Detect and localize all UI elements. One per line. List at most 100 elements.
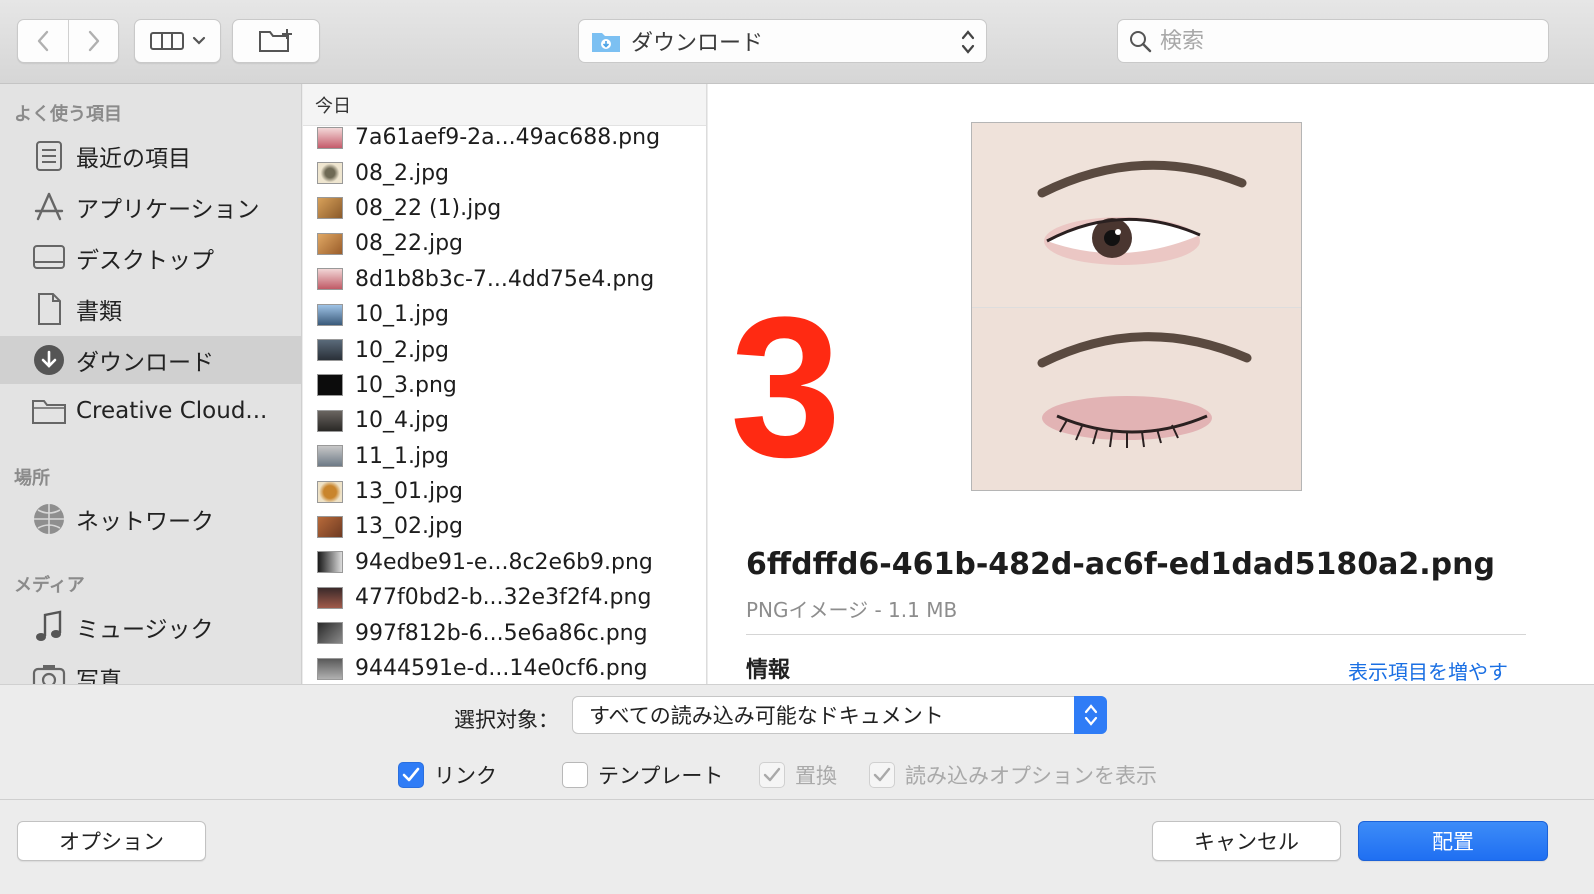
list-item[interactable]: 477f0bd2-b...32e3f2f4.png xyxy=(303,580,706,615)
checkbox-label: 読み込みオプションを表示 xyxy=(905,764,1157,788)
sidebar-item-label: 最近の項目 xyxy=(76,146,191,172)
sidebar-item-label: 写真 xyxy=(76,668,122,684)
popup-stepper xyxy=(1074,696,1107,734)
file-type-popup[interactable]: すべての読み込み可能なドキュメント xyxy=(572,696,1107,734)
file-name: 477f0bd2-b...32e3f2f4.png xyxy=(355,585,652,611)
sidebar-item-recents[interactable]: 最近の項目 xyxy=(0,132,301,180)
sidebar-item-creative-cloud[interactable]: Creative Cloud... xyxy=(0,387,301,435)
sidebar-item-label: ミュージック xyxy=(76,617,214,643)
location-popup[interactable]: ダウンロード xyxy=(578,19,987,63)
file-name: 11_1.jpg xyxy=(355,443,450,469)
sidebar-item-downloads[interactable]: ダウンロード xyxy=(0,336,301,384)
list-item[interactable]: 8d1b8b3c-7...4dd75e4.png xyxy=(303,262,706,297)
list-item[interactable]: 08_22 (1).jpg xyxy=(303,191,706,226)
sidebar-item-applications[interactable]: アプリケーション xyxy=(0,183,301,231)
file-name: 10_2.jpg xyxy=(355,337,450,363)
new-folder-icon xyxy=(259,29,292,52)
annotation-number: 3 xyxy=(730,276,842,499)
divider xyxy=(746,634,1526,635)
checkbox[interactable] xyxy=(398,762,424,788)
checkbox xyxy=(759,762,785,788)
template-checkbox[interactable]: テンプレート xyxy=(562,760,723,790)
sidebar-item-network[interactable]: ネットワーク xyxy=(0,495,301,543)
image-thumbnail-icon xyxy=(317,126,343,149)
up-down-chevron-icon xyxy=(1084,704,1097,726)
preview-eye-open xyxy=(972,123,1301,307)
file-name: 997f812b-6...5e6a86c.png xyxy=(355,620,648,646)
back-button[interactable] xyxy=(18,20,68,62)
image-thumbnail-icon xyxy=(317,303,343,326)
sidebar: よく使う項目 最近の項目 アプリケーション デスクトップ 書類 ダウンロード C… xyxy=(0,84,302,684)
list-item[interactable]: 94edbe91-e...8c2e6b9.png xyxy=(303,545,706,580)
navigation-buttons xyxy=(17,19,119,63)
list-item[interactable]: 997f812b-6...5e6a86c.png xyxy=(303,615,706,650)
file-name: 10_3.png xyxy=(355,372,457,398)
file-name: 10_1.jpg xyxy=(355,302,450,328)
documents-icon xyxy=(30,290,68,328)
image-thumbnail-icon xyxy=(317,339,343,362)
chevron-right-icon xyxy=(88,30,99,52)
forward-button[interactable] xyxy=(68,20,118,62)
enable-label: 選択対象： xyxy=(454,708,559,732)
list-item[interactable]: 7a61aef9-2a...49ac688.png xyxy=(303,120,706,155)
list-item[interactable]: 08_22.jpg xyxy=(303,226,706,261)
image-thumbnail-icon xyxy=(317,268,343,291)
cancel-button[interactable]: キャンセル xyxy=(1152,821,1341,861)
image-thumbnail-icon xyxy=(317,445,343,468)
checkbox-label: 置換 xyxy=(795,764,837,788)
checkbox-label: リンク xyxy=(434,764,497,788)
search-field[interactable] xyxy=(1117,19,1549,63)
image-thumbnail-icon xyxy=(317,515,343,538)
sidebar-item-documents[interactable]: 書類 xyxy=(0,285,301,333)
list-item[interactable]: 10_2.jpg xyxy=(303,332,706,367)
checkmark-icon xyxy=(402,767,420,782)
file-name: 13_02.jpg xyxy=(355,514,464,540)
image-thumbnail-icon xyxy=(317,232,343,255)
list-item[interactable]: 13_02.jpg xyxy=(303,509,706,544)
sidebar-item-photos[interactable]: 写真 xyxy=(0,654,301,684)
recents-icon xyxy=(30,137,68,175)
checkmark-icon xyxy=(873,767,891,782)
image-thumbnail-icon xyxy=(317,374,343,397)
location-label: ダウンロード xyxy=(631,31,764,56)
list-item[interactable]: 08_2.jpg xyxy=(303,155,706,190)
file-name: 08_22.jpg xyxy=(355,231,464,257)
preview-image xyxy=(971,122,1302,491)
sidebar-item-label: 書類 xyxy=(76,299,122,325)
checkbox xyxy=(869,762,895,788)
place-button[interactable]: 配置 xyxy=(1358,821,1548,861)
image-thumbnail-icon xyxy=(317,162,343,185)
search-input[interactable] xyxy=(1160,28,1540,54)
preview-file-kind: PNGイメージ - 1.1 MB xyxy=(746,598,958,622)
preview-eye-closed xyxy=(972,306,1301,490)
chevron-left-icon xyxy=(37,30,49,52)
image-thumbnail-icon xyxy=(317,657,343,680)
show-more-link[interactable]: 表示項目を増やす xyxy=(1348,656,1508,685)
list-item[interactable]: 10_3.png xyxy=(303,368,706,403)
list-item[interactable]: 10_4.jpg xyxy=(303,403,706,438)
sidebar-item-label: アプリケーション xyxy=(76,197,260,223)
image-thumbnail-icon xyxy=(317,551,343,574)
list-item[interactable]: 11_1.jpg xyxy=(303,439,706,474)
options-button[interactable]: オプション xyxy=(17,821,206,861)
file-name: 08_2.jpg xyxy=(355,160,450,186)
list-item[interactable]: 13_01.jpg xyxy=(303,474,706,509)
preview-file-name: 6ffdffd6-461b-482d-ac6f-ed1dad5180a2.png xyxy=(746,547,1495,582)
folder-icon xyxy=(30,392,68,430)
show-import-options-checkbox: 読み込みオプションを表示 xyxy=(869,760,1157,790)
checkbox[interactable] xyxy=(562,762,588,788)
view-mode-button[interactable] xyxy=(134,19,221,63)
link-checkbox[interactable]: リンク xyxy=(398,760,497,790)
sidebar-item-music[interactable]: ミュージック xyxy=(0,603,301,651)
file-name: 13_01.jpg xyxy=(355,479,464,505)
list-item[interactable]: 10_1.jpg xyxy=(303,297,706,332)
file-name: 7a61aef9-2a...49ac688.png xyxy=(355,125,661,151)
open-file-dialog: ダウンロード よく使う項目 最近の項目 アプリケーション デスクトップ xyxy=(0,0,1594,894)
checkbox-label: テンプレート xyxy=(598,764,724,788)
file-name: 94edbe91-e...8c2e6b9.png xyxy=(355,549,653,575)
image-thumbnail-icon xyxy=(317,622,343,645)
sidebar-item-label: ダウンロード xyxy=(76,350,214,376)
sidebar-item-desktop[interactable]: デスクトップ xyxy=(0,234,301,282)
new-folder-button[interactable] xyxy=(232,19,320,63)
list-item[interactable]: 9444591e-d...14e0cf6.png xyxy=(303,651,706,684)
